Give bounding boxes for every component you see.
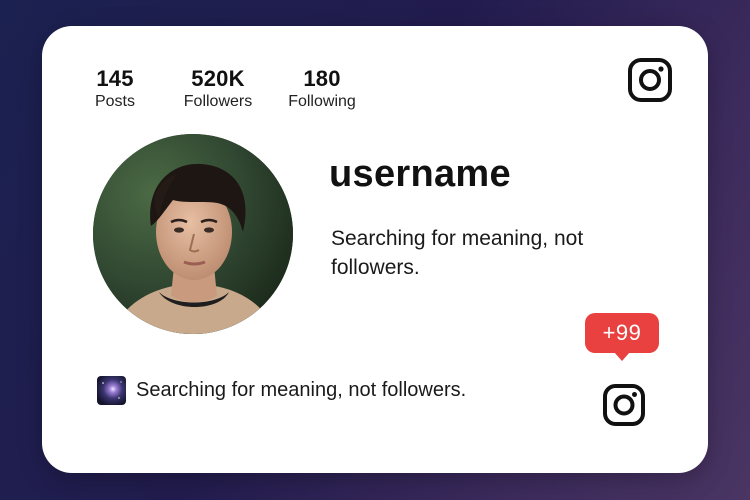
followers-count: 520K [191,66,245,91]
instagram-icon[interactable] [602,383,646,427]
stat-followers[interactable]: 520K Followers [172,66,264,112]
status-text: Searching for meaning, not followers. [136,379,467,401]
notification-badge[interactable]: +99 [585,313,659,353]
username: username [329,153,511,195]
avatar-portrait [93,134,293,334]
notification-badge-tail [614,352,630,361]
stat-posts[interactable]: 145 Posts [87,66,143,112]
galaxy-thumbnail-graphic [97,375,126,405]
posts-label: Posts [94,93,135,110]
instagram-icon-graphic [603,384,645,426]
instagram-icon-graphic [628,58,672,102]
following-label: Following [288,93,356,110]
avatar[interactable] [93,134,293,334]
galaxy-thumbnail-icon [97,375,126,405]
followers-label: Followers [183,93,253,110]
instagram-icon[interactable] [627,57,673,103]
posts-count: 145 [96,66,134,91]
bio-text: Searching for meaning, not followers. [331,227,584,279]
following-count: 180 [303,66,341,91]
profile-card: 145 Posts 520K Followers 180 Following u… [42,26,708,473]
status-row: Searching for meaning, not followers. [97,375,466,405]
stat-following[interactable]: 180 Following [282,66,362,112]
